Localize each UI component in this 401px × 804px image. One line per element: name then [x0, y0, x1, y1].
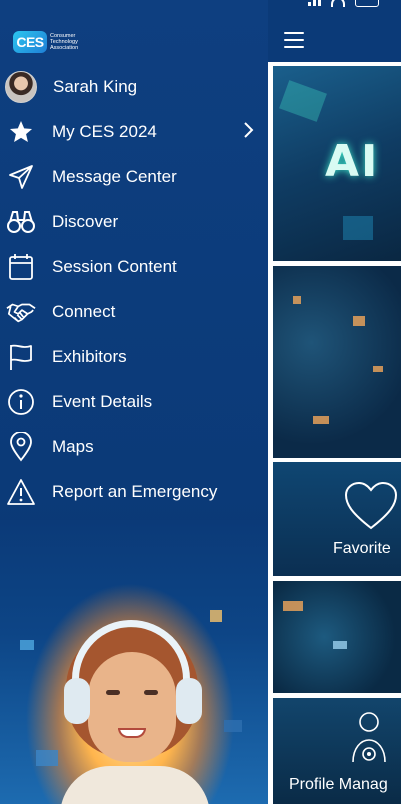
hamburger-menu-button[interactable] [284, 32, 304, 48]
menu-item-profile[interactable]: Sarah King [0, 64, 268, 109]
menu-item-label: My CES 2024 [52, 121, 157, 141]
handshake-icon [6, 297, 36, 327]
status-bar-icons [308, 0, 379, 7]
menu-item-my-ces[interactable]: My CES 2024 [0, 109, 268, 154]
navigation-drawer: CES Consumer Technology Association Sara… [0, 0, 268, 804]
favorites-label: Favorite [333, 540, 391, 557]
profile-management-label: Profile Manag [289, 776, 388, 793]
ces-logo-subtitle: Consumer Technology Association [50, 33, 79, 51]
chevron-right-icon [244, 122, 254, 138]
signal-icon [308, 0, 321, 6]
menu-item-event-details[interactable]: Event Details [0, 379, 268, 424]
hero-banner-tile[interactable]: AI [273, 66, 401, 261]
menu-item-discover[interactable]: Discover [0, 199, 268, 244]
calendar-icon [6, 252, 36, 282]
ces-logo-mark: CES [13, 31, 47, 53]
flag-icon [6, 342, 36, 372]
warning-icon [6, 477, 36, 507]
binoculars-icon [6, 207, 36, 237]
map-pin-icon [6, 431, 36, 462]
menu-item-label: Event Details [52, 391, 153, 411]
menu-item-label: Report an Emergency [52, 481, 218, 501]
content-tile[interactable] [273, 266, 401, 458]
menu-item-label: Message Center [52, 166, 177, 186]
home-content-peek: AI Favorite Profile Manag [268, 62, 401, 804]
menu-item-label: Sarah King [53, 76, 138, 96]
wifi-icon [331, 0, 345, 7]
ces-logo[interactable]: CES Consumer Technology Association [13, 31, 78, 53]
menu-item-report-emergency[interactable]: Report an Emergency [0, 469, 268, 514]
star-icon [6, 117, 36, 147]
menu-item-label: Maps [52, 436, 94, 456]
content-tile[interactable] [273, 581, 401, 693]
hero-ai-text: AI [325, 136, 380, 187]
avatar [5, 70, 37, 103]
menu-item-exhibitors[interactable]: Exhibitors [0, 334, 268, 379]
battery-icon [355, 0, 379, 7]
menu-item-maps[interactable]: Maps [0, 424, 268, 469]
menu-item-message-center[interactable]: Message Center [0, 154, 268, 199]
heart-icon [344, 481, 398, 530]
menu-item-label: Connect [52, 301, 116, 321]
menu-item-label: Discover [52, 211, 119, 231]
profile-management-tile[interactable]: Profile Manag [273, 698, 401, 804]
menu-item-session-content[interactable]: Session Content [0, 244, 268, 289]
menu-item-label: Exhibitors [52, 346, 127, 366]
paper-plane-icon [6, 162, 36, 192]
info-icon [6, 387, 36, 417]
profile-gear-icon [352, 712, 386, 763]
menu-item-label: Session Content [52, 256, 177, 276]
drawer-menu: Sarah King My CES 2024 Message Center Di… [0, 64, 268, 514]
promo-illustration [0, 520, 268, 804]
favorites-tile[interactable]: Favorite [273, 462, 401, 576]
menu-item-connect[interactable]: Connect [0, 289, 268, 334]
